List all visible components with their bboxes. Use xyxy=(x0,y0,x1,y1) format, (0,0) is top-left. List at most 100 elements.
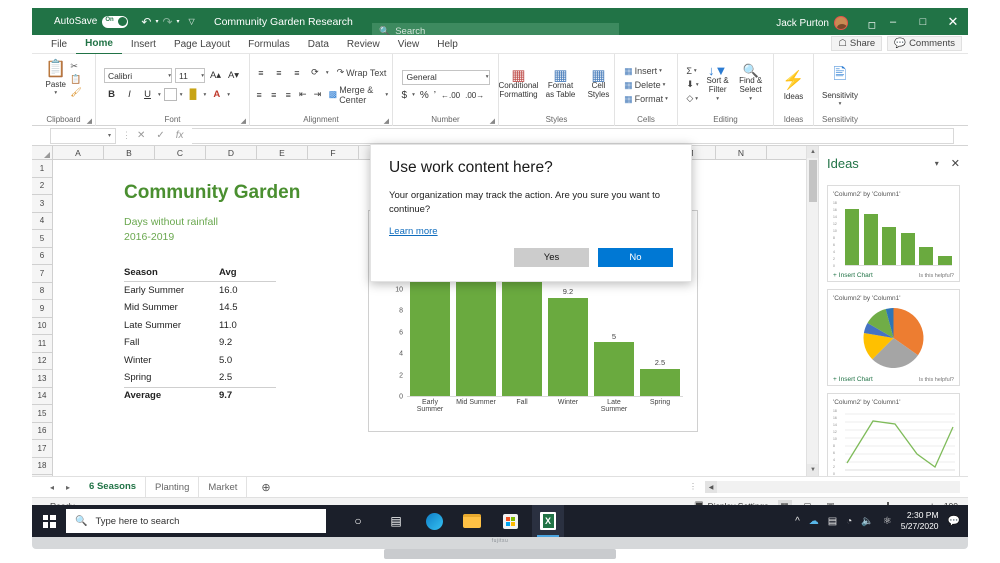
battery-icon[interactable]: ▤ xyxy=(828,516,837,527)
tab-formulas[interactable]: Formulas xyxy=(239,35,299,54)
cell-styles-button[interactable]: ▦ Cell Styles xyxy=(585,68,613,99)
sensitivity-dropdown-icon[interactable]: ▾ xyxy=(839,101,842,107)
minimize-button[interactable]: – xyxy=(878,8,908,35)
tab-view[interactable]: View xyxy=(389,35,429,54)
row-header-3[interactable]: 3 xyxy=(32,195,52,213)
row-header-4[interactable]: 4 xyxy=(32,213,52,230)
row-header-15[interactable]: 15 xyxy=(32,405,52,423)
borders-dropdown-icon[interactable]: ▾ xyxy=(180,92,183,98)
select-all-corner[interactable] xyxy=(32,146,53,159)
paste-button[interactable]: 📋 Paste ▾ xyxy=(45,59,66,96)
table-row[interactable]: Late Summer 11.0 xyxy=(124,317,276,335)
align-middle-button[interactable]: ≡ xyxy=(272,66,286,80)
percent-format-button[interactable]: % xyxy=(420,90,429,101)
fill-icon[interactable]: ⬇ ▾ xyxy=(686,79,698,90)
yes-button[interactable]: Yes xyxy=(514,248,589,267)
row-header-10[interactable]: 10 xyxy=(32,318,52,335)
taskbar-search-input[interactable]: 🔍 Type here to search xyxy=(66,509,326,533)
number-dialog-launcher[interactable]: ◢ xyxy=(490,117,495,125)
row-header-2[interactable]: 2 xyxy=(32,178,52,195)
row-header-17[interactable]: 17 xyxy=(32,440,52,458)
insert-dropdown-icon[interactable]: ▾ xyxy=(659,68,662,74)
row-header-12[interactable]: 12 xyxy=(32,353,52,370)
delete-cells-button[interactable]: ▦ Delete ▾ xyxy=(624,80,665,91)
align-center-button[interactable]: ≡ xyxy=(268,88,279,102)
increase-indent-icon[interactable]: ⇥ xyxy=(312,88,323,102)
tab-data[interactable]: Data xyxy=(299,35,338,54)
microsoft-store-icon[interactable] xyxy=(494,505,526,537)
underline-dropdown-icon[interactable]: ▾ xyxy=(158,92,161,98)
undo-dropdown-icon[interactable]: ▾ xyxy=(155,18,158,25)
table-row[interactable]: Mid Summer 14.5 xyxy=(124,299,276,317)
formula-input[interactable] xyxy=(191,127,954,144)
is-this-helpful-label[interactable]: Is this helpful? xyxy=(919,273,954,279)
user-account[interactable]: Jack Purton xyxy=(776,16,848,30)
align-left-button[interactable]: ≡ xyxy=(254,88,265,102)
tab-home[interactable]: Home xyxy=(76,34,122,55)
row-header-7[interactable]: 7 xyxy=(32,265,52,283)
autosum-icon[interactable]: Σ ▾ xyxy=(686,66,698,76)
column-header-a[interactable]: A xyxy=(53,146,104,159)
column-header-n[interactable]: N xyxy=(716,146,767,159)
font-dialog-launcher[interactable]: ◢ xyxy=(241,117,246,125)
paste-dropdown-icon[interactable]: ▾ xyxy=(54,90,57,96)
find-select-button[interactable]: 🔍 Find & Select ▾ xyxy=(737,64,765,104)
show-hidden-icons-icon[interactable]: ^ xyxy=(795,516,800,527)
currency-format-button[interactable]: $ xyxy=(402,90,408,101)
align-right-button[interactable]: ≡ xyxy=(283,88,294,102)
delete-dropdown-icon[interactable]: ▾ xyxy=(663,82,666,88)
volume-icon[interactable]: 🔈 xyxy=(861,516,873,527)
tab-file[interactable]: File xyxy=(42,35,76,54)
ideas-button[interactable]: ⚡ Ideas xyxy=(782,70,804,101)
table-total-row[interactable]: Average 9.7 xyxy=(124,386,276,405)
windows-start-icon[interactable] xyxy=(32,514,66,528)
task-view-icon[interactable]: ▤ xyxy=(380,505,412,537)
close-icon[interactable]: ✕ xyxy=(951,157,960,170)
fill-color-icon[interactable]: █ xyxy=(186,87,201,102)
cortana-icon[interactable]: ○ xyxy=(342,505,374,537)
column-header-d[interactable]: D xyxy=(206,146,257,159)
format-dropdown-icon[interactable]: ▾ xyxy=(665,96,668,102)
comma-format-button[interactable]: ’ xyxy=(434,90,436,101)
row-header-18[interactable]: 18 xyxy=(32,458,52,475)
merge-dropdown-icon[interactable]: ▾ xyxy=(385,92,388,98)
taskbar-clock[interactable]: 2:30 PM 5/27/2020 xyxy=(901,510,939,532)
row-header-13[interactable]: 13 xyxy=(32,370,52,388)
tab-review[interactable]: Review xyxy=(338,35,389,54)
row-header-14[interactable]: 14 xyxy=(32,388,52,405)
autosave-control[interactable]: AutoSave On xyxy=(54,15,129,28)
insert-chart-button[interactable]: + Insert Chart xyxy=(833,376,873,383)
redo-dropdown-icon[interactable]: ▾ xyxy=(177,18,180,25)
scissors-icon[interactable]: ✂ xyxy=(70,61,81,72)
add-sheet-button[interactable]: ⊕ xyxy=(261,481,270,494)
redo-icon[interactable]: ↷ xyxy=(161,15,173,29)
close-button[interactable]: ✕ xyxy=(938,8,968,35)
wrap-text-button[interactable]: ↷ Wrap Text xyxy=(337,67,387,78)
sheet-prev-button[interactable]: ◂ xyxy=(50,483,54,492)
clear-icon[interactable]: ◇ ▾ xyxy=(686,93,698,104)
tab-insert[interactable]: Insert xyxy=(122,35,165,54)
row-header-16[interactable]: 16 xyxy=(32,423,52,440)
vertical-scrollbar[interactable]: ▲ ▼ xyxy=(806,146,819,476)
orientation-dropdown-icon[interactable]: ▾ xyxy=(326,70,329,76)
file-explorer-icon[interactable] xyxy=(456,505,488,537)
borders-icon[interactable] xyxy=(163,88,177,101)
increase-decimal-icon[interactable]: ←.00 xyxy=(441,91,460,100)
sort-filter-dropdown-icon[interactable]: ▾ xyxy=(716,95,719,104)
undo-icon[interactable]: ↶ xyxy=(140,15,152,29)
insert-function-icon[interactable]: fx xyxy=(176,130,184,141)
copy-icon[interactable]: 📋 xyxy=(70,74,81,85)
table-row[interactable]: Spring 2.5 xyxy=(124,369,276,387)
row-header-9[interactable]: 9 xyxy=(32,300,52,318)
sheet-tab-planting[interactable]: Planting xyxy=(146,476,200,498)
format-as-table-button[interactable]: ▦ Format as Table xyxy=(544,68,578,99)
row-header-8[interactable]: 8 xyxy=(32,283,52,300)
column-header-f[interactable]: F xyxy=(308,146,359,159)
row-header-5[interactable]: 5 xyxy=(32,230,52,248)
table-row[interactable]: Early Summer 16.0 xyxy=(124,282,276,300)
sensitivity-button[interactable]: 🖹 Sensitivity ▾ xyxy=(822,63,858,107)
format-cells-button[interactable]: ▦ Format ▾ xyxy=(624,94,668,105)
font-color-dropdown-icon[interactable]: ▾ xyxy=(227,92,230,98)
chevron-down-icon[interactable]: ▾ xyxy=(935,159,939,168)
scroll-thumb[interactable] xyxy=(809,160,817,202)
